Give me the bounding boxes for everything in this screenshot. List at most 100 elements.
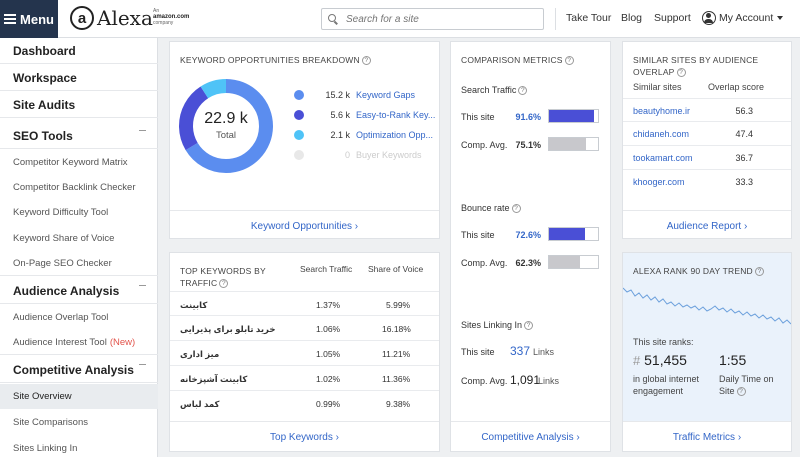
- trend-line: [623, 287, 791, 325]
- sidebar-item-site-audits[interactable]: Site Audits: [0, 92, 158, 118]
- help-icon[interactable]: ?: [511, 204, 521, 214]
- bounce-comp-bar: [548, 255, 599, 269]
- top-keywords-title-line2: TRAFFIC: [180, 278, 218, 288]
- legend-value: 2.1 k: [330, 130, 350, 140]
- list-item: tookamart.com 36.7: [623, 146, 791, 170]
- seo-tools-label: SEO Tools: [13, 128, 73, 143]
- linking-this-value[interactable]: 337: [510, 344, 530, 358]
- search-box[interactable]: [321, 8, 544, 30]
- keyword-cell[interactable]: کابینت آشپزخانه: [180, 374, 247, 385]
- sidebar-item-audience-overlap-tool[interactable]: Audience Overlap Tool: [0, 305, 158, 330]
- daily-time-caption-text: Daily Time on Site: [719, 374, 774, 396]
- bar-fill: [549, 228, 585, 240]
- bounce-rate-text: Bounce rate: [461, 203, 510, 213]
- search-traffic-text: Search Traffic: [461, 85, 517, 95]
- alexa-logo[interactable]: a Alexa: [70, 6, 153, 30]
- similar-site-link[interactable]: chidaneh.com: [633, 129, 689, 139]
- legend-keyword-gaps[interactable]: 15.2 k Keyword Gaps: [294, 90, 415, 100]
- take-tour-link[interactable]: Take Tour: [566, 12, 611, 24]
- collapse-icon[interactable]: [139, 285, 146, 286]
- traffic-cell: 1.02%: [316, 374, 341, 384]
- keyword-opportunities-link[interactable]: Keyword Opportunities ›: [170, 221, 439, 232]
- list-item: khooger.com 33.3: [623, 170, 791, 194]
- amazon-tag-line3: company: [153, 20, 174, 26]
- sidebar-item-workspace[interactable]: Workspace: [0, 65, 158, 91]
- bounce-rate-label: Bounce rate?: [461, 203, 521, 214]
- sidebar-item-keyword-difficulty-tool[interactable]: Keyword Difficulty Tool: [0, 200, 158, 225]
- sidebar-section-seo-tools[interactable]: SEO Tools: [0, 123, 158, 149]
- traffic-cell: 1.06%: [316, 324, 341, 334]
- help-icon[interactable]: ?: [518, 86, 528, 96]
- rank-trend-sparkline: [623, 287, 791, 325]
- list-item: beautyhome.ir 56.3: [623, 98, 791, 122]
- bar-fill: [549, 256, 580, 268]
- competitive-analysis-label: Competitive Analysis: [13, 362, 134, 377]
- sidebar-item-dashboard[interactable]: Dashboard: [0, 38, 158, 64]
- similar-site-link[interactable]: khooger.com: [633, 177, 685, 187]
- sidebar-section-audience-analysis[interactable]: Audience Analysis: [0, 278, 158, 304]
- sidebar-item-site-overview[interactable]: Site Overview: [0, 384, 158, 409]
- links-word: Links: [533, 347, 555, 357]
- legend-label: Optimization Opp...: [356, 130, 434, 140]
- audience-report-link[interactable]: Audience Report ›: [623, 221, 791, 232]
- search-icon[interactable]: [328, 14, 338, 24]
- comparison-title: COMPARISON METRICS: [461, 55, 563, 65]
- keyword-cell[interactable]: خرید تابلو برای پذیرایی: [180, 324, 275, 335]
- legend-optimization[interactable]: 2.1 k Optimization Opp...: [294, 130, 433, 140]
- col-header-share-of-voice[interactable]: Share of Voice: [368, 264, 423, 274]
- similar-site-link[interactable]: tookamart.com: [633, 153, 693, 163]
- help-icon[interactable]: ?: [564, 56, 574, 66]
- top-keywords-title-line1: TOP KEYWORDS BY: [180, 266, 266, 276]
- sidebar-item-sites-linking-in[interactable]: Sites Linking In: [0, 436, 158, 457]
- comparison-metrics-card: COMPARISON METRICS? Competitive Analysis…: [450, 41, 611, 452]
- bounce-comp-value: 62.3%: [515, 258, 541, 268]
- sidebar-item-keyword-share-of-voice[interactable]: Keyword Share of Voice: [0, 226, 158, 251]
- collapse-icon[interactable]: [139, 364, 146, 365]
- keyword-cell[interactable]: کابینت: [180, 300, 207, 311]
- new-badge: (New): [109, 336, 136, 348]
- competitive-analysis-link[interactable]: Competitive Analysis ›: [451, 432, 610, 443]
- help-icon[interactable]: ?: [219, 279, 229, 289]
- collapse-icon[interactable]: [139, 130, 146, 131]
- sidebar-item-competitor-keyword-matrix[interactable]: Competitor Keyword Matrix: [0, 150, 158, 175]
- sidebar: Dashboard Workspace Site Audits SEO Tool…: [0, 38, 158, 457]
- col-header-overlap-score: Overlap score: [708, 82, 765, 92]
- sidebar-item-site-comparisons[interactable]: Site Comparisons: [0, 410, 158, 435]
- daily-time-caption: Daily Time on Site?: [719, 373, 784, 397]
- legend-dot-icon: [294, 130, 304, 140]
- legend-easy-to-rank[interactable]: 5.6 k Easy-to-Rank Key...: [294, 110, 435, 120]
- sites-linking-in-label: Sites Linking In?: [461, 320, 534, 331]
- sidebar-item-competitor-backlink-checker[interactable]: Competitor Backlink Checker: [0, 175, 158, 200]
- top-keywords-link[interactable]: Top Keywords ›: [170, 432, 439, 443]
- sidebar-item-on-page-seo-checker[interactable]: On-Page SEO Checker: [0, 251, 158, 276]
- sidebar-section-competitive-analysis[interactable]: Competitive Analysis: [0, 357, 158, 383]
- sidebar-item-audience-interest-tool[interactable]: Audience Interest Tool (New): [0, 330, 158, 355]
- overlap-score: 47.4: [735, 129, 753, 139]
- help-icon[interactable]: ?: [754, 267, 764, 277]
- account-icon[interactable]: [702, 11, 716, 25]
- keyword-cell[interactable]: میز اداری: [180, 349, 219, 360]
- help-icon[interactable]: ?: [676, 68, 686, 78]
- table-row: کمد لباس 0.99% 9.38%: [170, 391, 439, 416]
- links-word: Links: [538, 376, 560, 386]
- keyword-cell[interactable]: کمد لباس: [180, 399, 220, 410]
- help-icon[interactable]: ?: [361, 56, 371, 66]
- legend-value: 15.2 k: [325, 90, 350, 100]
- blog-link[interactable]: Blog: [621, 12, 642, 24]
- my-account-menu[interactable]: My Account: [719, 12, 784, 24]
- overlap-score: 33.3: [735, 177, 753, 187]
- support-link[interactable]: Support: [654, 12, 691, 24]
- linking-comp-value: 1,091: [510, 373, 541, 387]
- sov-cell: 5.99%: [386, 300, 411, 310]
- help-icon[interactable]: ?: [736, 387, 746, 397]
- help-icon[interactable]: ?: [524, 321, 534, 331]
- traffic-metrics-link[interactable]: Traffic Metrics ›: [623, 432, 791, 443]
- menu-button[interactable]: Menu: [0, 0, 58, 38]
- card-divider: [451, 421, 610, 422]
- col-header-search-traffic[interactable]: Search Traffic: [300, 264, 352, 274]
- search-input[interactable]: [346, 13, 536, 25]
- traffic-cell: 0.99%: [316, 399, 341, 409]
- similar-site-link[interactable]: beautyhome.ir: [633, 106, 690, 116]
- logo-text: Alexa: [97, 6, 153, 30]
- hamburger-icon: [4, 14, 17, 24]
